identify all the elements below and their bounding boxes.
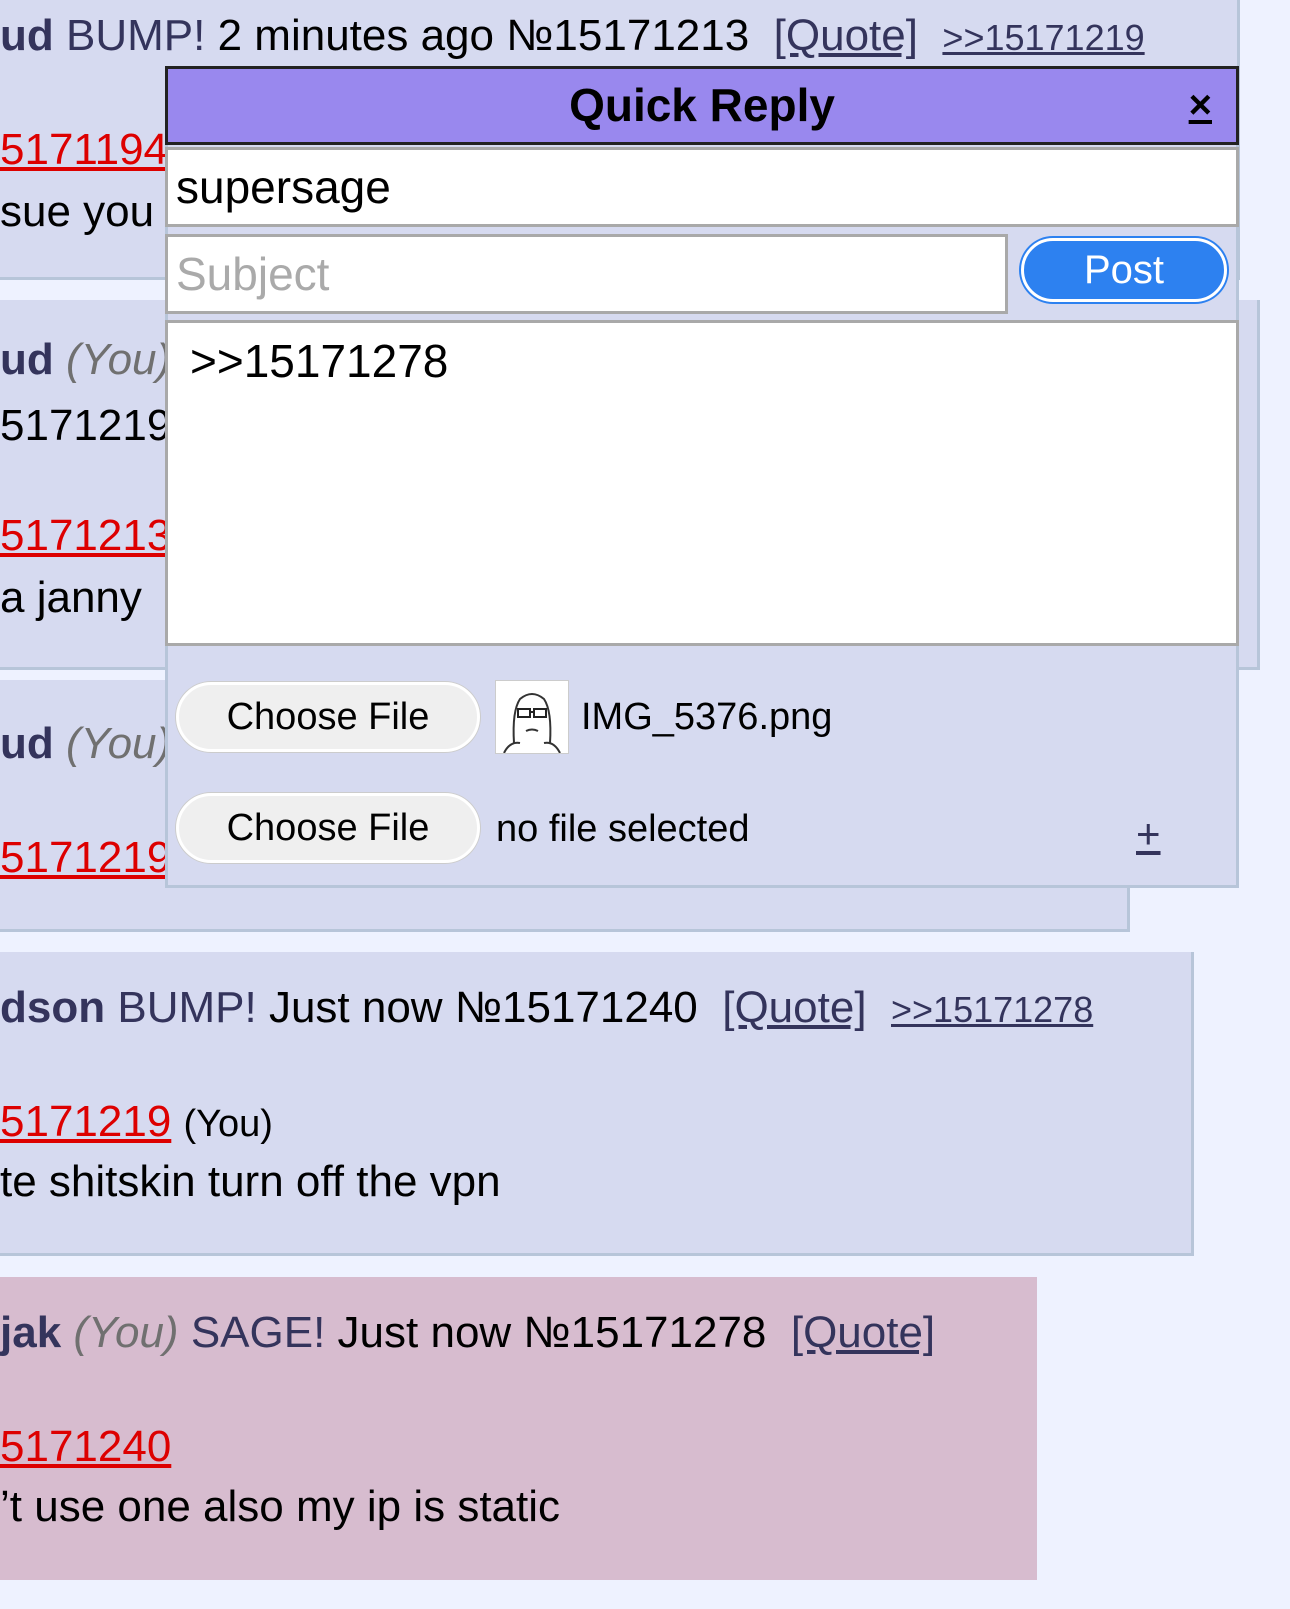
you-marker: (You) — [66, 719, 172, 768]
email-field[interactable]: BUMP! — [117, 983, 256, 1032]
post-number[interactable]: №15171240 — [455, 983, 698, 1032]
post-body: ’t use one also my ip is static — [0, 1482, 561, 1531]
quick-reply-title: Quick Reply — [569, 79, 835, 131]
backlink[interactable]: >>15171219 — [942, 17, 1144, 58]
post-15171278: jak (You) SAGE! Just now №15171278 [Quot… — [0, 1277, 1037, 1580]
quick-reply-titlebar[interactable]: Quick Reply × — [165, 66, 1239, 145]
reply-quotelink[interactable]: 5171240 — [0, 1422, 171, 1471]
post-15171240: dson BUMP! Just now №15171240 [Quote] >>… — [0, 952, 1194, 1256]
quote-link[interactable]: [Quote] — [774, 11, 918, 60]
no-file-label: no file selected — [496, 808, 750, 850]
post-header: ud BUMP! 2 minutes ago №15171213 [Quote]… — [0, 14, 1145, 58]
add-file-link[interactable]: + — [1136, 810, 1161, 858]
reply-quotelink[interactable]: 5171213 — [0, 511, 171, 560]
poster-name: ud — [0, 11, 54, 60]
reply-quotelink[interactable]: 5171194 — [0, 125, 168, 174]
backlink[interactable]: >>15171278 — [891, 989, 1093, 1030]
quote-link[interactable]: [Quote] — [722, 983, 866, 1032]
wojak-face-icon — [503, 693, 561, 754]
post-time: Just now — [337, 1308, 512, 1357]
name-input[interactable] — [165, 147, 1239, 227]
quote-link[interactable]: [Quote] — [791, 1308, 935, 1357]
you-marker: (You) — [73, 1308, 179, 1357]
quick-reply-window[interactable]: Quick Reply × Post >>15171278 Choose Fil… — [165, 66, 1239, 888]
poster-name: jak — [0, 1308, 62, 1357]
reply-quotelink[interactable]: 5171219 — [0, 1097, 171, 1146]
choose-file-button-1[interactable]: Choose File — [176, 682, 480, 752]
comment-textarea[interactable]: >>15171278 — [165, 320, 1239, 646]
close-icon[interactable]: × — [1189, 69, 1212, 142]
post-time: 2 minutes ago — [217, 11, 494, 60]
post-number[interactable]: №15171213 — [506, 11, 749, 60]
file-thumbnail-image — [495, 680, 569, 754]
poster-name: ud — [0, 335, 54, 384]
you-marker: (You) — [66, 335, 172, 384]
post-body: a janny — [0, 573, 142, 622]
reply-quotelink[interactable]: 5171219 — [0, 833, 171, 882]
choose-file-button-2[interactable]: Choose File — [176, 793, 480, 863]
post-time: Just now — [268, 983, 443, 1032]
email-field[interactable]: BUMP! — [66, 11, 205, 60]
poster-name: dson — [0, 983, 106, 1032]
subject-input[interactable] — [165, 234, 1008, 314]
post-number[interactable]: №15171278 — [523, 1308, 766, 1357]
post-button[interactable]: Post — [1021, 238, 1227, 302]
post-body: sue you — [0, 187, 155, 236]
selected-file-name: IMG_5376.png — [581, 696, 833, 738]
you-marker: (You) — [183, 1103, 273, 1145]
poster-name: ud — [0, 719, 54, 768]
email-field[interactable]: SAGE! — [191, 1308, 326, 1357]
post-line: 5171219 — [0, 401, 172, 450]
post-body: te shitskin turn off the vpn — [0, 1157, 501, 1206]
